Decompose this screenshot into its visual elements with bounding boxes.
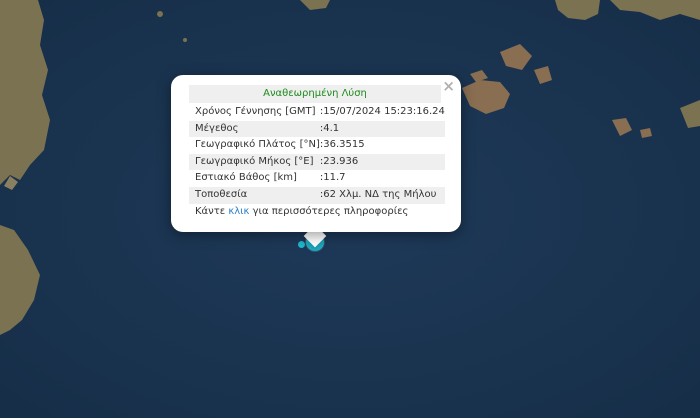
more-info-line: Κάντε κλικ για περισσότερες πληροφορίες	[195, 205, 408, 219]
row-value: 23.936	[323, 153, 445, 171]
more-info-link[interactable]: κλικ	[228, 206, 249, 217]
table-row: Μέγεθος : 4.1	[189, 120, 445, 138]
row-value: 4.1	[323, 120, 445, 138]
table-row: Χρόνος Γέννησης [GMT] : 15/07/2024 15:23…	[189, 104, 445, 121]
table-row: Γεωγραφικό Μήκος [°E] : 23.936	[189, 153, 445, 171]
earthquake-marker-small[interactable]	[298, 241, 305, 248]
more-suffix: για περισσότερες πληροφορίες	[252, 206, 409, 217]
row-value: 11.7	[323, 172, 346, 184]
table-row: Γεωγραφικό Πλάτος [°N] : 36.3515	[189, 137, 445, 154]
more-prefix: Κάντε	[195, 206, 226, 217]
row-label: Εστιακό Βάθος [km]	[195, 172, 297, 184]
row-label: Γεωγραφικό Μήκος [°E]	[189, 153, 320, 171]
close-icon[interactable]: ×	[442, 77, 455, 95]
table-row: Τοποθεσία : 62 Χλμ. ΝΔ της Μήλου	[189, 186, 445, 204]
row-label: Μέγεθος	[189, 120, 320, 138]
row-value: 36.3515	[323, 139, 365, 151]
table-row: Εστιακό Βάθος [km] : 11.7	[189, 170, 445, 187]
row-label: Χρόνος Γέννησης [GMT]	[195, 106, 316, 117]
row-label: Γεωγραφικό Πλάτος [°N]	[195, 139, 320, 151]
earthquake-popup: × Αναθεωρημένη Λύση Χρόνος Γέννησης [GMT…	[171, 75, 461, 232]
info-table: Χρόνος Γέννησης [GMT] : 15/07/2024 15:23…	[189, 104, 445, 204]
row-label: Τοποθεσία	[189, 186, 320, 204]
row-value: 15/07/2024 15:23:16.24	[323, 106, 445, 117]
popup-title: Αναθεωρημένη Λύση	[189, 85, 441, 103]
row-value: 62 Χλμ. ΝΔ της Μήλου	[323, 186, 445, 204]
